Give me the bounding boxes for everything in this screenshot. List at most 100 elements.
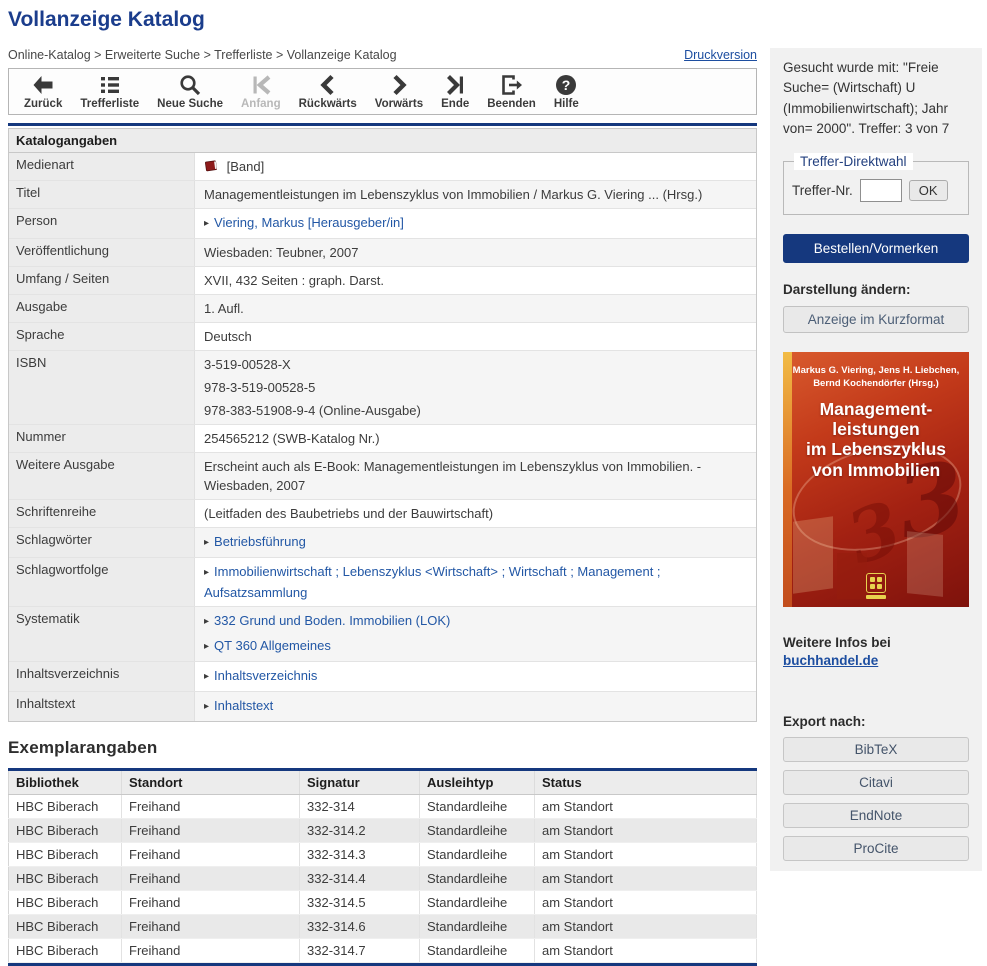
cover-authors: Markus G. Viering, Jens H. Liebchen, Ber… [783,365,969,391]
book-icon [204,159,219,173]
toolbar-label: Vorwärts [375,98,423,110]
toolbar-item-neue-suche[interactable]: Neue Suche [148,73,232,110]
copies-header-row: BibliothekStandortSignaturAusleihtypStat… [9,771,757,795]
export-button-citavi[interactable]: Citavi [783,770,969,795]
toolbar-item-anfang: Anfang [232,73,290,110]
toolbar: Zurück Trefferliste Neue Suche Anfang Rü… [8,68,757,115]
toolbar-item-beenden[interactable]: Beenden [478,73,545,110]
export-button-endnote[interactable]: EndNote [783,803,969,828]
table-cell: HBC Biberach [9,867,122,891]
table-cell: HBC Biberach [9,915,122,939]
toolbar-label: Hilfe [554,98,579,110]
table-cell: Standardleihe [420,891,535,915]
cover-title: Management-leistungenim Lebenszyklusvon … [783,399,969,480]
link-arrow-icon: ▸ [204,563,209,582]
field-label: Umfang / Seiten [9,267,195,294]
field-value: ▸Immobilienwirtschaft ; Lebenszyklus <Wi… [195,558,756,606]
search-icon [178,73,202,97]
table-row: HBC BiberachFreihand332-314.7Standardlei… [9,939,757,963]
sidebar: Gesucht wurde mit: "Freie Suche= (Wirtsc… [770,48,982,871]
field-link[interactable]: Inhaltstext [214,698,273,713]
toolbar-item-zurueck[interactable]: Zurück [15,73,71,110]
table-cell: HBC Biberach [9,891,122,915]
catalog-row: Schlagwörter▸Betriebsführung [9,528,756,558]
book-cover: 3 3 Markus G. Viering, Jens H. Liebchen,… [783,352,969,607]
print-version-link[interactable]: Druckversion [684,48,757,62]
field-link[interactable]: Betriebsführung [214,534,306,549]
toolbar-item-ende[interactable]: Ende [432,73,478,110]
table-cell: Freihand [122,843,300,867]
field-link[interactable]: Immobilienwirtschaft ; Lebenszyklus <Wir… [204,564,661,600]
ok-button[interactable]: OK [909,180,948,201]
table-cell: 332-314.6 [300,915,420,939]
exit-icon [500,73,524,97]
field-label: Inhaltstext [9,692,195,721]
field-label: Schlagwortfolge [9,558,195,606]
field-label: Inhaltsverzeichnis [9,662,195,691]
short-format-button[interactable]: Anzeige im Kurzformat [783,306,969,333]
field-label: Person [9,209,195,238]
toolbar-label: Rückwärts [299,98,357,110]
toolbar-item-hilfe[interactable]: ? Hilfe [545,73,588,110]
field-label: Weitere Ausgabe [9,453,195,499]
back-icon [31,73,55,97]
table-cell: Standardleihe [420,939,535,963]
toolbar-item-trefferliste[interactable]: Trefferliste [71,73,148,110]
field-link[interactable]: Viering, Markus [Herausgeber/in] [214,215,404,230]
field-value: 3-519-00528-X978-3-519-00528-5978-383-51… [195,351,756,424]
column-header: Bibliothek [9,771,122,795]
direct-select-fieldset: Treffer-Direktwahl Treffer-Nr. OK [783,153,969,215]
skip-end-icon [443,73,467,97]
catalog-section-header: Katalogangaben [9,129,756,153]
skip-start-icon [249,73,273,97]
buchhandel-link[interactable]: buchhandel.de [783,653,878,668]
field-value: [Band] [195,153,756,180]
table-cell: 332-314 [300,795,420,819]
column-header: Ausleihtyp [420,771,535,795]
order-reserve-button[interactable]: Bestellen/Vormerken [783,234,969,263]
field-link[interactable]: Inhaltsverzeichnis [214,668,317,683]
display-change-label: Darstellung ändern: [783,282,969,297]
table-cell: 332-314.3 [300,843,420,867]
catalog-row: Nummer254565212 (SWB-Katalog Nr.) [9,425,756,453]
table-cell: HBC Biberach [9,939,122,963]
field-value: ▸Inhaltstext [195,692,756,721]
table-cell: am Standort [535,915,757,939]
link-arrow-icon: ▸ [204,533,209,552]
section-divider [8,123,757,126]
toolbar-label: Anfang [241,98,281,110]
field-link[interactable]: 332 Grund und Boden. Immobilien (LOK) [214,613,450,628]
table-cell: 332-314.4 [300,867,420,891]
field-label: Schriftenreihe [9,500,195,527]
table-cell: HBC Biberach [9,795,122,819]
column-header: Status [535,771,757,795]
field-label: Veröffentlichung [9,239,195,266]
table-cell: am Standort [535,843,757,867]
table-cell: am Standort [535,891,757,915]
search-summary: Gesucht wurde mit: "Freie Suche= (Wirtsc… [783,58,969,139]
field-value: ▸ Betriebsführung [195,528,756,557]
table-cell: Standardleihe [420,843,535,867]
catalog-section: Katalogangaben Medienart [Band]TitelMana… [8,128,757,722]
field-label: Titel [9,181,195,208]
table-cell: Freihand [122,939,300,963]
field-value: ▸Viering, Markus [Herausgeber/in] [195,209,756,238]
field-value: 1. Aufl. [195,295,756,322]
export-button-bibtex[interactable]: BibTeX [783,737,969,762]
toolbar-item-vorwaerts[interactable]: Vorwärts [366,73,432,110]
treffer-nr-input[interactable] [860,179,902,202]
table-cell: HBC Biberach [9,843,122,867]
field-link[interactable]: QT 360 Allgemeines [214,638,331,653]
field-label: Nummer [9,425,195,452]
field-value: Erscheint auch als E-Book: Managementlei… [195,453,756,499]
export-button-procite[interactable]: ProCite [783,836,969,861]
table-cell: Freihand [122,891,300,915]
cover-decoration [837,553,867,599]
field-label: Medienart [9,153,195,180]
table-cell: 332-314.2 [300,819,420,843]
table-row: HBC BiberachFreihand332-314.2Standardlei… [9,819,757,843]
toolbar-item-rueckwaerts[interactable]: Rückwärts [290,73,366,110]
catalog-row: Ausgabe1. Aufl. [9,295,756,323]
catalog-row: VeröffentlichungWiesbaden: Teubner, 2007 [9,239,756,267]
catalog-row: Inhaltstext▸Inhaltstext [9,692,756,721]
